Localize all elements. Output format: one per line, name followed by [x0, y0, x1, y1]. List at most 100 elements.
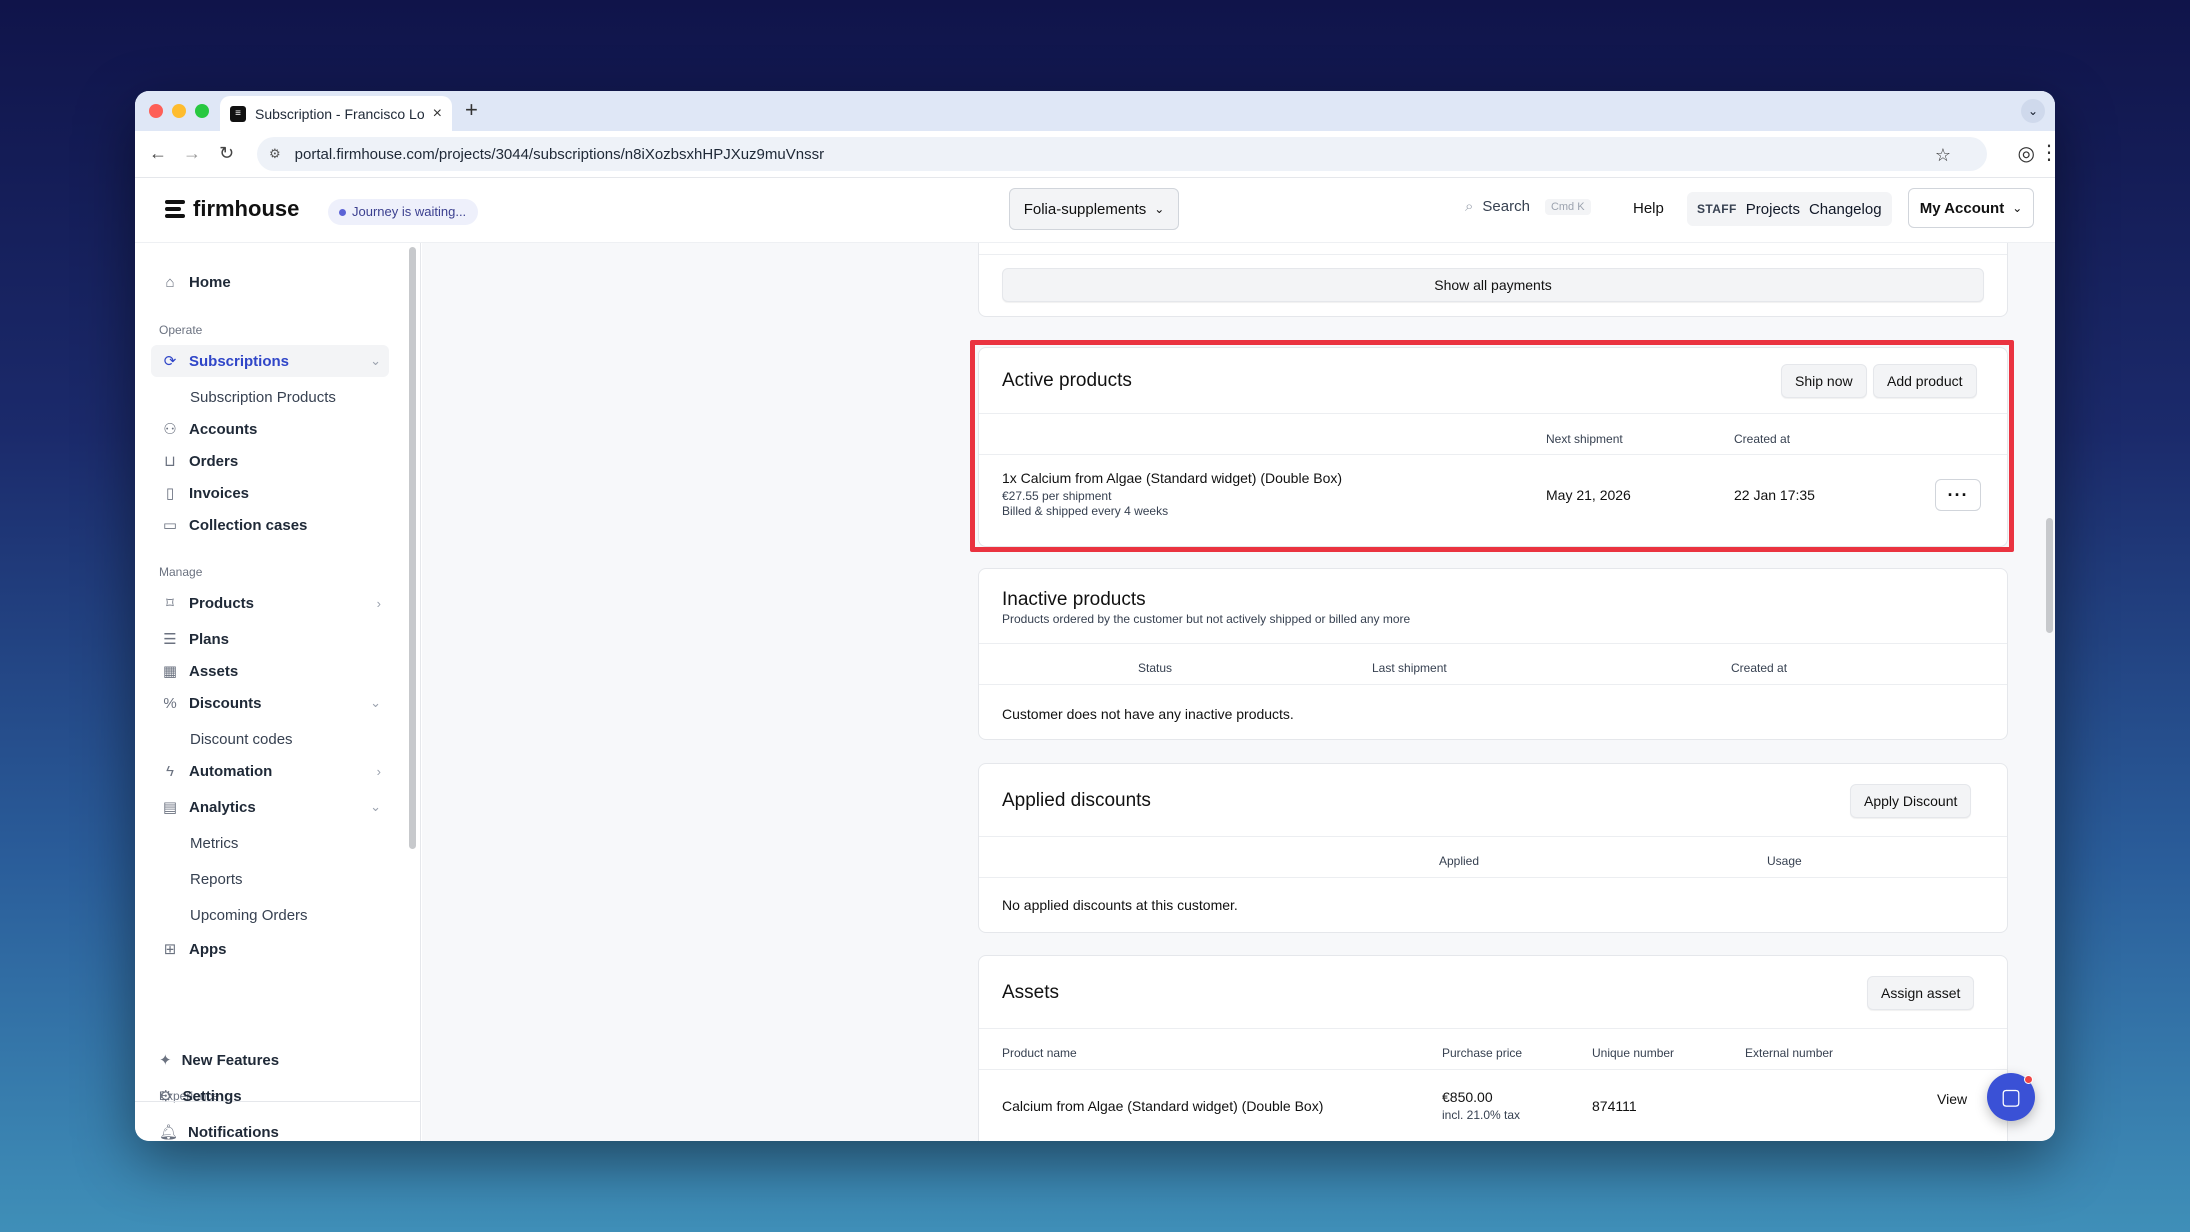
home-icon: ⌂ [165, 273, 175, 291]
sidebar-item-collection-cases[interactable]: ▭ Collection cases [151, 509, 389, 541]
product-name[interactable]: 1x Calcium from Algae (Standard widget) … [1002, 470, 1342, 486]
chevron-right-icon[interactable]: › [377, 764, 381, 779]
inactive-empty-message: Customer does not have any inactive prod… [1002, 706, 1294, 722]
sidebar-item-analytics[interactable]: ▤ Analytics ⌄ [151, 791, 389, 823]
divider [979, 1069, 2007, 1070]
divider [979, 254, 2007, 255]
sidebar-item-label: Invoices [189, 484, 250, 502]
maximize-window-button[interactable] [195, 104, 209, 118]
asset-unique-number: 874111 [1592, 1098, 1637, 1114]
sidebar-section-manage: Manage [159, 565, 203, 579]
chevron-down-icon: ⌄ [1154, 202, 1165, 216]
assets-title: Assets [1002, 982, 1060, 1003]
help-link[interactable]: Help [1633, 200, 1664, 217]
sidebar-item-discounts[interactable]: % Discounts ⌄ [151, 687, 389, 719]
payments-card: Show all payments [978, 243, 2008, 317]
notification-dot [2024, 1075, 2033, 1084]
sidebar-item-accounts[interactable]: ⚇ Accounts [151, 413, 389, 445]
chevron-down-icon: ⌄ [2012, 201, 2023, 215]
asset-purchase-price: €850.00 [1442, 1089, 1493, 1105]
sidebar-item-settings[interactable]: ⚙ Settings [159, 1087, 242, 1106]
sidebar-item-label: Settings [182, 1087, 242, 1105]
chevron-right-icon[interactable]: › [377, 596, 381, 611]
reload-icon[interactable]: ↻ [219, 143, 234, 164]
support-chat-button[interactable]: ▢ [1987, 1073, 2035, 1121]
search-shortcut: Cmd K [1544, 198, 1591, 215]
sidebar-item-new-features[interactable]: ✦ New Features [159, 1051, 279, 1070]
inactive-products-subtitle: Products ordered by the customer but not… [1002, 612, 1411, 626]
back-arrow-icon[interactable]: ← [149, 143, 167, 164]
sidebar-item-automation[interactable]: ϟ Automation › [151, 755, 389, 787]
projects-link[interactable]: Projects [1746, 201, 1800, 218]
global-search[interactable]: ⌕ Search Cmd K [1465, 198, 1591, 215]
inactive-products-card: Inactive products Products ordered by th… [978, 568, 2008, 740]
app-header: firmhouse Journey is waiting... Folia-su… [135, 178, 2055, 243]
cart-icon: ⊔ [164, 453, 176, 470]
main-scrollbar[interactable] [2046, 518, 2053, 633]
my-account-button[interactable]: My Account ⌄ [1908, 188, 2034, 228]
browser-tab[interactable]: ≡ Subscription - Francisco Lope × [220, 96, 452, 131]
forward-arrow-icon[interactable]: → [183, 143, 201, 164]
grid-icon: ▦ [162, 663, 178, 680]
project-select[interactable]: Folia-supplements ⌄ [1009, 188, 1179, 230]
close-window-button[interactable] [149, 104, 163, 118]
search-icon: ⌕ [1465, 198, 1474, 215]
sidebar-item-label: Orders [189, 452, 239, 470]
sidebar-item-invoices[interactable]: ▯ Invoices [151, 477, 389, 509]
sidebar-item-apps[interactable]: ⊞ Apps [151, 933, 389, 965]
browser-toolbar: ← → ↻ ⚙ portal.firmhouse.com/projects/30… [135, 131, 2055, 178]
sidebar-scrollbar[interactable] [409, 247, 416, 849]
sidebar-item-products[interactable]: ⌑ Products › [151, 587, 389, 619]
browser-menu-icon[interactable]: ⋮ [2039, 140, 2055, 165]
tab-search-chevron-icon[interactable]: ⌄ [2021, 99, 2045, 123]
users-icon: ⚇ [163, 421, 177, 438]
sidebar: ⌂ Home Operate ⟳ Subscriptions ⌄ Subscri… [135, 243, 421, 1141]
apps-icon: ⊞ [163, 941, 177, 958]
sidebar-item-assets[interactable]: ▦ Assets [151, 655, 389, 687]
lightning-icon: ϟ [166, 762, 174, 780]
divider [979, 684, 2007, 685]
site-settings-icon[interactable]: ⚙ [269, 146, 281, 162]
sidebar-subitem-discount-codes[interactable]: Discount codes [190, 731, 293, 748]
ship-now-button[interactable]: Ship now [1781, 364, 1867, 398]
chevron-down-icon[interactable]: ⌄ [370, 353, 381, 369]
product-price: €27.55 per shipment [1002, 489, 1112, 503]
sidebar-item-orders[interactable]: ⊔ Orders [151, 445, 389, 477]
profile-icon[interactable]: ◎ [2018, 141, 2035, 166]
sidebar-item-notifications[interactable]: 🔔︎ Notifications [159, 1123, 279, 1142]
divider [979, 413, 2007, 414]
sidebar-item-label: Collection cases [189, 516, 308, 534]
row-actions-button[interactable]: ··· [1935, 479, 1981, 511]
staff-tag: STAFF [1697, 202, 1737, 216]
percent-icon: % [163, 694, 177, 712]
minimize-window-button[interactable] [172, 104, 186, 118]
sidebar-subitem-metrics[interactable]: Metrics [190, 835, 238, 852]
sidebar-item-plans[interactable]: ☰ Plans [151, 623, 389, 655]
column-header-next-shipment: Next shipment [1546, 432, 1623, 446]
sidebar-item-home[interactable]: ⌂ Home [151, 266, 389, 298]
apply-discount-button[interactable]: Apply Discount [1850, 784, 1972, 818]
bookmark-star-icon[interactable]: ☆ [1935, 145, 1951, 166]
active-products-card: Active products Ship now Add product Nex… [978, 347, 2008, 547]
view-asset-button[interactable]: View [1923, 1082, 1982, 1116]
sparkles-icon: ✦ [159, 1052, 172, 1069]
new-tab-button[interactable]: + [465, 97, 478, 123]
active-products-title: Active products [1002, 370, 1132, 391]
tab-close-icon[interactable]: × [433, 105, 442, 123]
changelog-link[interactable]: Changelog [1809, 201, 1882, 218]
sidebar-subitem-subscription-products[interactable]: Subscription Products [190, 389, 336, 406]
chevron-down-icon[interactable]: ⌄ [370, 799, 381, 815]
sidebar-item-label: Products [189, 594, 255, 612]
sidebar-subitem-upcoming-orders[interactable]: Upcoming Orders [190, 907, 308, 924]
sidebar-subitem-reports[interactable]: Reports [190, 871, 243, 888]
assign-asset-button[interactable]: Assign asset [1867, 976, 1975, 1010]
chevron-down-icon[interactable]: ⌄ [370, 695, 381, 711]
divider [979, 454, 2007, 455]
sidebar-item-label: Accounts [189, 420, 258, 438]
sidebar-item-subscriptions[interactable]: ⟳ Subscriptions ⌄ [151, 345, 389, 377]
journey-status-badge[interactable]: Journey is waiting... [328, 199, 479, 225]
show-all-payments-button[interactable]: Show all payments [1002, 268, 1984, 302]
firmhouse-logo[interactable]: firmhouse [165, 196, 299, 222]
address-bar[interactable]: ⚙ portal.firmhouse.com/projects/3044/sub… [257, 137, 2055, 171]
add-product-button[interactable]: Add product [1873, 364, 1977, 398]
